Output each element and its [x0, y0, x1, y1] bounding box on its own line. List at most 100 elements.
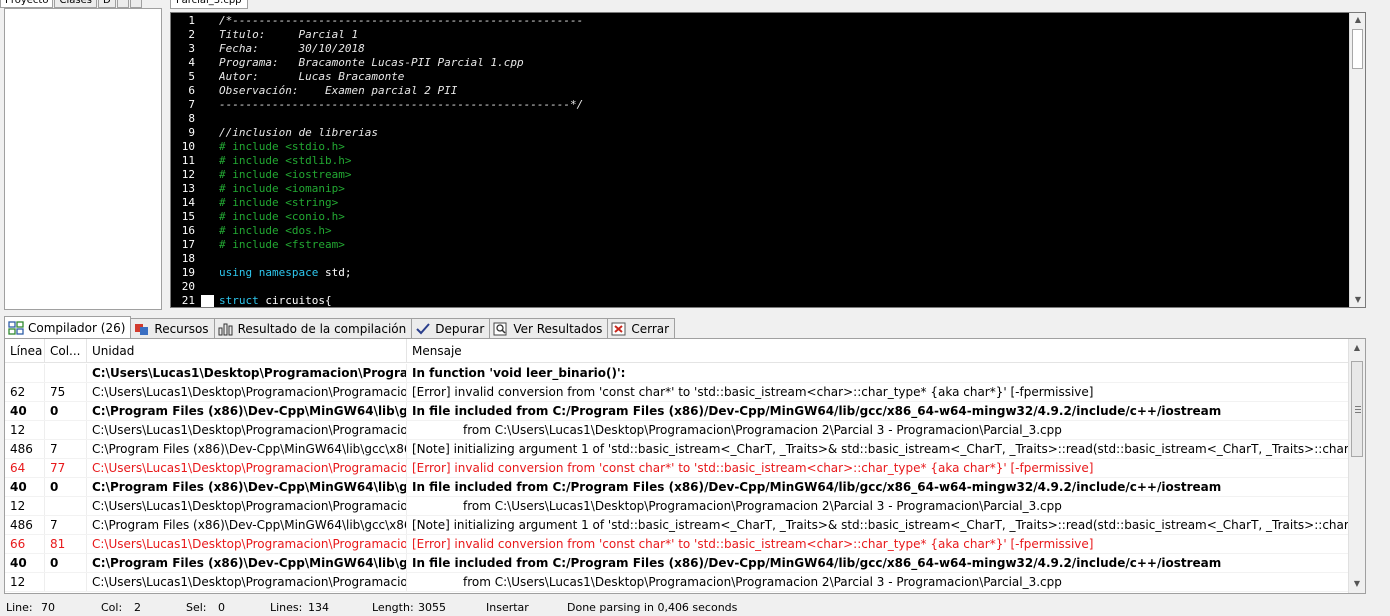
- line-marker: [197, 14, 219, 28]
- cell-message: [Error] invalid conversion from 'const c…: [412, 385, 1094, 399]
- cell-message: [Note] initializing argument 1 of 'std::…: [412, 442, 1348, 456]
- editor-file-tab[interactable]: Parcial_3.cpp: [170, 0, 248, 9]
- scroll-up-arrow-icon[interactable]: ▲: [1350, 13, 1365, 27]
- column-header-line[interactable]: Línea: [5, 339, 45, 362]
- scroll-down-arrow-icon[interactable]: ▼: [1349, 577, 1365, 591]
- column-header-message[interactable]: Mensaje: [407, 339, 1365, 362]
- cell-col: 0: [45, 554, 87, 572]
- line-number: 15: [181, 210, 195, 223]
- code-line[interactable]: 15 # include <conio.h>: [171, 210, 1349, 224]
- tab-label: Resultado de la compilación: [237, 321, 407, 336]
- tab-ver-resultados[interactable]: Ver Resultados: [489, 318, 609, 338]
- tab-recursos[interactable]: Recursos: [130, 318, 215, 338]
- code-line[interactable]: 16 # include <dos.h>: [171, 224, 1349, 238]
- line-marker: [197, 28, 219, 42]
- code-line[interactable]: 11 # include <stdlib.h>: [171, 154, 1349, 168]
- compiler-message-row[interactable]: 12 C:\Users\Lucas1\Desktop\Programacion\P…: [5, 421, 1348, 440]
- editor-vertical-scrollbar[interactable]: ▲ ▼: [1349, 13, 1365, 307]
- cell-line: 486: [5, 440, 45, 458]
- line-number: 5: [188, 70, 195, 83]
- compiler-messages-list[interactable]: Línea Col... Unidad Mensaje C:\Users\Luc…: [4, 338, 1366, 594]
- code-line[interactable]: 19 using namespace std;: [171, 266, 1349, 280]
- compiler-message-row[interactable]: 40 0 C:\Program Files (x86)\Dev-Cpp\MinGW6…: [5, 478, 1348, 497]
- line-number: 1: [188, 14, 195, 27]
- cell-col: 75: [45, 383, 87, 401]
- tab-scroll-left[interactable]: [116, 0, 129, 8]
- tab-cerrar[interactable]: Cerrar: [607, 318, 676, 338]
- cell-line: 12: [5, 421, 45, 439]
- cell-message: In file included from C:/Program Files (…: [412, 404, 1222, 418]
- cell-message: In file included from C:/Program Files (…: [412, 480, 1222, 494]
- left-panel-tabs: Proyecto Clases D: [0, 0, 166, 8]
- tab-depurar[interactable]: Depurar: [411, 318, 491, 338]
- code-line[interactable]: 6 Observación: Examen parcial 2 PII: [171, 84, 1349, 98]
- tab-label: Ver Resultados: [513, 321, 603, 336]
- line-number: 18: [181, 252, 195, 265]
- code-text: struct circuitos{: [219, 294, 1349, 307]
- line-marker: [197, 294, 219, 307]
- editor-scroll-thumb[interactable]: [1352, 29, 1363, 69]
- code-line[interactable]: 3 Fecha: 30/10/2018: [171, 42, 1349, 56]
- code-line[interactable]: 17 # include <fstream>: [171, 238, 1349, 252]
- line-marker: [197, 196, 219, 210]
- cell-unit: C:\Users\Lucas1\Desktop\Programacion\Pro…: [87, 383, 407, 401]
- code-line[interactable]: 21 struct circuitos{: [171, 294, 1349, 307]
- compiler-message-row[interactable]: 66 81 C:\Users\Lucas1\Desktop\Programacion…: [5, 535, 1348, 554]
- code-line[interactable]: 14 # include <string>: [171, 196, 1349, 210]
- cell-line: 40: [5, 478, 45, 496]
- line-marker: [197, 70, 219, 84]
- code-line[interactable]: 9 //inclusion de librerias: [171, 126, 1349, 140]
- code-token: struct: [219, 294, 266, 307]
- compiler-scroll-thumb[interactable]: [1351, 361, 1363, 457]
- tab-proyecto[interactable]: Proyecto: [0, 0, 54, 8]
- cell-message: [Error] invalid conversion from 'const c…: [412, 461, 1094, 475]
- tab-label: Cerrar: [631, 321, 670, 336]
- line-marker: [197, 210, 219, 224]
- compiler-message-row[interactable]: C:\Users\Lucas1\Desktop\Programacion\Pro…: [5, 364, 1348, 383]
- scroll-down-arrow-icon[interactable]: ▼: [1350, 293, 1365, 307]
- scroll-up-arrow-icon[interactable]: ▲: [1349, 341, 1365, 355]
- code-line[interactable]: 8: [171, 112, 1349, 126]
- code-line[interactable]: 12 # include <iostream>: [171, 168, 1349, 182]
- code-line[interactable]: 2 Titulo: Parcial 1: [171, 28, 1349, 42]
- compiler-vertical-scrollbar[interactable]: ▲ ▼: [1348, 339, 1365, 593]
- line-number: 19: [181, 266, 195, 279]
- tab-debug[interactable]: D: [97, 0, 116, 8]
- code-line[interactable]: 10 # include <stdio.h>: [171, 140, 1349, 154]
- compiler-message-row[interactable]: 62 75 C:\Users\Lucas1\Desktop\Programacion…: [5, 383, 1348, 402]
- compiler-message-row[interactable]: 40 0 C:\Program Files (x86)\Dev-Cpp\MinGW6…: [5, 402, 1348, 421]
- line-number: 11: [181, 154, 195, 167]
- code-line[interactable]: 18: [171, 252, 1349, 266]
- compiler-message-row[interactable]: 40 0 C:\Program Files (x86)\Dev-Cpp\MinGW6…: [5, 554, 1348, 573]
- cell-line: [5, 364, 45, 382]
- bookmark-marker-icon: [201, 295, 214, 307]
- code-line[interactable]: 4 Programa: Bracamonte Lucas-PII Parcial …: [171, 56, 1349, 70]
- compiler-message-row[interactable]: 12 C:\Users\Lucas1\Desktop\Programacion\P…: [5, 573, 1348, 592]
- compiler-message-row[interactable]: 486 7 C:\Program Files (x86)\Dev-Cpp\MinGW…: [5, 440, 1348, 459]
- column-header-unit[interactable]: Unidad: [87, 339, 407, 362]
- code-line[interactable]: 1 /*-------------------------------------…: [171, 14, 1349, 28]
- code-area[interactable]: 1 /*-------------------------------------…: [171, 14, 1349, 307]
- compiler-message-row[interactable]: 486 7 C:\Program Files (x86)\Dev-Cpp\MinGW…: [5, 516, 1348, 535]
- code-line[interactable]: 20: [171, 280, 1349, 294]
- line-marker: [197, 42, 219, 56]
- cell-col: 7: [45, 440, 87, 458]
- tab-compilador[interactable]: Compilador (26): [4, 316, 132, 338]
- tab-clases[interactable]: Clases: [54, 0, 97, 8]
- code-line[interactable]: 5 Autor: Lucas Bracamonte: [171, 70, 1349, 84]
- project-tree-panel[interactable]: [4, 8, 162, 310]
- compiler-message-row[interactable]: 12 C:\Users\Lucas1\Desktop\Programacion\P…: [5, 497, 1348, 516]
- compiler-message-row[interactable]: 64 77 C:\Users\Lucas1\Desktop\Programacion…: [5, 459, 1348, 478]
- column-header-col[interactable]: Col...: [45, 339, 87, 362]
- tab-scroll-right[interactable]: [129, 0, 142, 8]
- tab-resultado-compilacion[interactable]: Resultado de la compilación: [213, 318, 413, 338]
- cell-line: 66: [5, 535, 45, 553]
- code-editor[interactable]: 1 /*-------------------------------------…: [170, 12, 1366, 308]
- code-line[interactable]: 7 ---------------------------------------…: [171, 98, 1349, 112]
- code-line[interactable]: 13 # include <iomanip>: [171, 182, 1349, 196]
- line-number: 3: [188, 42, 195, 55]
- line-number: 13: [181, 182, 195, 195]
- code-text: Programa: Bracamonte Lucas-PII Parcial 1…: [219, 56, 524, 69]
- code-text: # include <string>: [219, 196, 339, 209]
- line-marker: [197, 224, 219, 238]
